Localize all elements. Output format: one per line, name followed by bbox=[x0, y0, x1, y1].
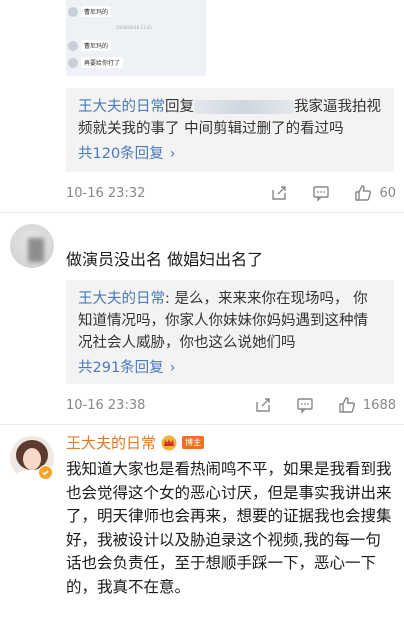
comment-author-line: 王大夫的日常 博主 bbox=[66, 432, 205, 453]
crown-icon bbox=[160, 435, 178, 451]
reply-text: 王大夫的日常回复 我家逼我拍视频就关我的事了 中间剪辑过删了的看过吗 bbox=[78, 96, 382, 140]
comment-actions: 60 bbox=[249, 182, 396, 204]
avatar-blur bbox=[28, 238, 44, 262]
blogger-badge: 博主 bbox=[182, 436, 205, 449]
comment-text: 做演员没出名 做娼妇出名了 bbox=[66, 250, 264, 269]
reply-preview-box[interactable]: 王大夫的日常回复 我家逼我拍视频就关我的事了 中间剪辑过删了的看过吗 共120条回… bbox=[66, 88, 394, 172]
reply-author-link[interactable]: 王大夫的日常 bbox=[78, 291, 165, 307]
comment-time: 10-16 23:32 bbox=[66, 185, 146, 201]
share-icon[interactable] bbox=[251, 394, 275, 416]
chat-avatar bbox=[68, 6, 78, 17]
divider bbox=[0, 212, 404, 213]
chat-bubble-text: 曹尼玛的 bbox=[81, 40, 112, 51]
comment-icon[interactable] bbox=[309, 182, 333, 204]
comment-meta-row: 10-16 23:32 60 bbox=[66, 182, 396, 204]
chevron-right-icon: › bbox=[169, 360, 176, 376]
thumbs-up-icon[interactable] bbox=[335, 394, 359, 416]
like-count: 60 bbox=[379, 185, 396, 201]
like-count: 1688 bbox=[362, 397, 396, 413]
view-replies-link[interactable]: 共291条回复 › bbox=[78, 356, 382, 380]
divider bbox=[0, 424, 404, 425]
chat-avatar bbox=[68, 40, 78, 51]
author-name-link[interactable]: 王大夫的日常 bbox=[66, 432, 156, 453]
view-replies-label: 共291条回复 bbox=[78, 360, 164, 376]
reply-preview-box[interactable]: 王大夫的日常: 是么，来来来你在现场吗， 你知道情况吗，你家人你妹妹你妈妈遇到这… bbox=[66, 280, 394, 384]
avatar-face bbox=[23, 448, 41, 470]
chat-screenshot-image[interactable]: 曹尼玛的 2020/09/18 11:25 曹尼玛的 再要给你打了 bbox=[66, 0, 206, 76]
comment-actions: 1688 bbox=[233, 394, 396, 416]
chat-timestamp: 2020/09/18 11:25 bbox=[116, 25, 152, 30]
comment-time: 10-16 23:38 bbox=[66, 397, 146, 413]
chat-avatar bbox=[68, 57, 78, 68]
chat-bubble-text: 再要给你打了 bbox=[81, 57, 124, 68]
reply-author-link[interactable]: 王大夫的日常 bbox=[78, 99, 165, 115]
thumbs-up-icon[interactable] bbox=[351, 182, 375, 204]
comment-icon[interactable] bbox=[293, 394, 317, 416]
comment-text: 我知道大家也是看热闹鸣不平，如果是我看到我也会觉得这个女的恶心讨厌，但是事实我讲… bbox=[66, 460, 392, 596]
reply-prefix: 回复 bbox=[165, 99, 194, 115]
chevron-right-icon: › bbox=[169, 146, 176, 162]
share-icon[interactable] bbox=[267, 182, 291, 204]
chat-message: 再要给你打了 bbox=[68, 57, 124, 68]
redacted-username bbox=[194, 100, 294, 114]
view-replies-label: 共120条回复 bbox=[78, 146, 164, 162]
chat-message: 曹尼玛的 bbox=[68, 40, 112, 51]
reply-text: 王大夫的日常: 是么，来来来你在现场吗， 你知道情况吗，你家人你妹妹你妈妈遇到这… bbox=[78, 288, 382, 354]
verified-icon bbox=[38, 465, 53, 480]
view-replies-link[interactable]: 共120条回复 › bbox=[78, 142, 382, 166]
chat-message: 曹尼玛的 bbox=[68, 6, 112, 17]
comment-meta-row: 10-16 23:38 1688 bbox=[66, 394, 396, 416]
chat-bubble-text: 曹尼玛的 bbox=[81, 6, 112, 17]
avatar[interactable] bbox=[10, 224, 54, 268]
